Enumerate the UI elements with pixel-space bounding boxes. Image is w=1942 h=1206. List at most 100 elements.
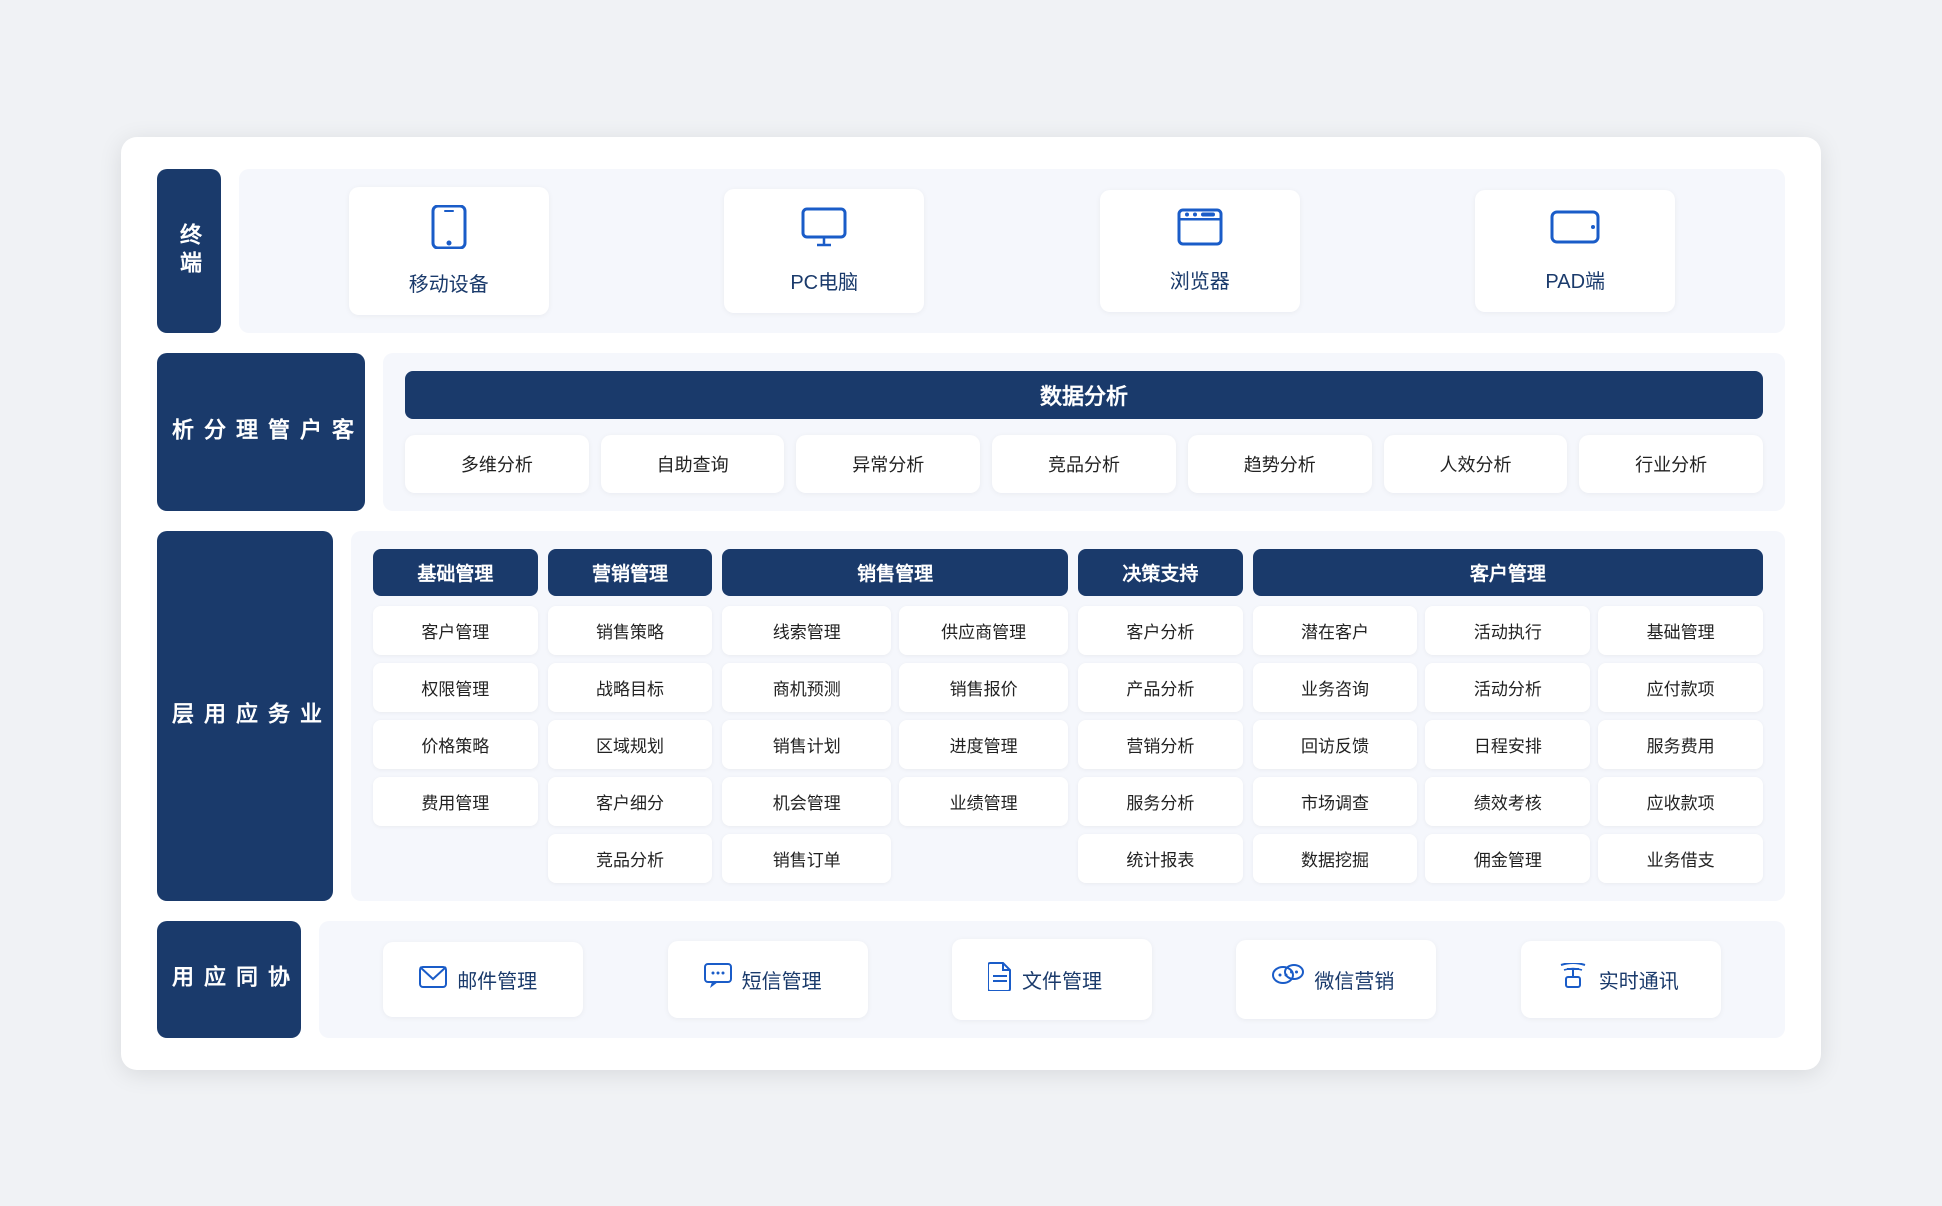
mobile-label: 移动设备: [409, 268, 489, 297]
analysis-item-1: 自助查询: [601, 435, 785, 493]
wechat-icon: [1272, 962, 1304, 997]
jichu-cells: 客户管理 权限管理 价格策略 费用管理: [373, 606, 538, 826]
sms-icon: [704, 963, 732, 996]
juece-cell-0: 客户分析: [1078, 606, 1243, 655]
collab-wechat-label: 微信营销: [1314, 965, 1394, 994]
terminal-row: 终端 移动设备: [157, 169, 1785, 333]
analysis-row: 客户管理分析 数据分析 多维分析 自助查询 异常分析 竞品分析 趋势分析 人效分…: [157, 353, 1785, 511]
xiaoshou-cell-3: 销售报价: [899, 663, 1068, 712]
kehu-cell-8: 服务费用: [1598, 720, 1763, 769]
biz-header-kehu: 客户管理: [1253, 549, 1763, 596]
kehu-grid: 潜在客户 活动执行 基础管理 业务咨询 活动分析 应付款项 回访反馈 日程安排 …: [1253, 606, 1763, 883]
terminal-label: 终端: [157, 169, 221, 333]
collab-file-label: 文件管理: [1022, 965, 1102, 994]
analysis-items: 多维分析 自助查询 异常分析 竞品分析 趋势分析 人效分析 行业分析: [405, 435, 1763, 493]
kehu-cell-1: 活动执行: [1425, 606, 1590, 655]
browser-label: 浏览器: [1170, 265, 1230, 294]
browser-icon: [1177, 208, 1223, 255]
collab-item-wechat: 微信营销: [1236, 940, 1436, 1019]
jichu-cell-3: 费用管理: [373, 777, 538, 826]
juece-cell-4: 统计报表: [1078, 834, 1243, 883]
kehu-cell-14: 业务借支: [1598, 834, 1763, 883]
mobile-icon: [431, 205, 467, 258]
biz-header-xiaoshou: 销售管理: [722, 549, 1068, 596]
business-label-text: 业务应用层: [165, 702, 325, 730]
terminal-content: 移动设备 PC电脑: [239, 169, 1785, 333]
yingxiao-cell-0: 销售策略: [548, 606, 713, 655]
pad-label: PAD端: [1545, 265, 1605, 294]
xiaoshou-cells: 线索管理 供应商管理 商机预测 销售报价 销售计划 进度管理 机会管理 业绩管理…: [722, 606, 1068, 883]
pc-icon: [801, 207, 847, 256]
realtime-icon: [1557, 963, 1589, 996]
collab-sms-label: 短信管理: [742, 965, 822, 994]
analysis-item-0: 多维分析: [405, 435, 589, 493]
jichu-cell-1: 权限管理: [373, 663, 538, 712]
biz-header-yingxiao: 营销管理: [548, 549, 713, 596]
yingxiao-cells: 销售策略 战略目标 区域规划 客户细分 竞品分析: [548, 606, 713, 883]
collab-item-sms: 短信管理: [668, 941, 868, 1018]
xiaoshou-cell-6: 机会管理: [722, 777, 891, 826]
terminal-item-pad: PAD端: [1475, 190, 1675, 312]
collab-label-text: 协同应用: [165, 965, 293, 993]
terminal-item-mobile: 移动设备: [349, 187, 549, 315]
business-content: 基础管理 营销管理 销售管理 决策支持 客户管理 客户管理 权限管理 价格策略 …: [351, 531, 1785, 901]
kehu-cell-9: 市场调查: [1253, 777, 1418, 826]
xiaoshou-cell-0: 线索管理: [722, 606, 891, 655]
kehu-cell-12: 数据挖掘: [1253, 834, 1418, 883]
juece-cells: 客户分析 产品分析 营销分析 服务分析 统计报表: [1078, 606, 1243, 883]
biz-header-juece: 决策支持: [1078, 549, 1243, 596]
main-container: 终端 移动设备: [121, 137, 1821, 1070]
xiaoshou-cell-4: 销售计划: [722, 720, 891, 769]
kehu-cell-2: 基础管理: [1598, 606, 1763, 655]
xiaoshou-cell-5: 进度管理: [899, 720, 1068, 769]
terminal-item-browser: 浏览器: [1100, 190, 1300, 312]
kehu-cell-0: 潜在客户: [1253, 606, 1418, 655]
xiaoshou-cell-1: 供应商管理: [899, 606, 1068, 655]
yingxiao-cell-3: 客户细分: [548, 777, 713, 826]
business-headers: 基础管理 营销管理 销售管理 决策支持 客户管理: [373, 549, 1763, 596]
collab-row: 协同应用 邮件管理: [157, 921, 1785, 1038]
yingxiao-cell-4: 竞品分析: [548, 834, 713, 883]
juece-cell-2: 营销分析: [1078, 720, 1243, 769]
pad-icon: [1550, 208, 1600, 255]
analysis-content: 数据分析 多维分析 自助查询 异常分析 竞品分析 趋势分析 人效分析 行业分析: [383, 353, 1785, 511]
analysis-label: 客户管理分析: [157, 353, 365, 511]
kehu-cell-3: 业务咨询: [1253, 663, 1418, 712]
collab-content: 邮件管理 短信管理: [319, 921, 1785, 1038]
analysis-item-6: 行业分析: [1579, 435, 1763, 493]
kehu-cell-10: 绩效考核: [1425, 777, 1590, 826]
jichu-cell-0: 客户管理: [373, 606, 538, 655]
terminal-item-pc: PC电脑: [724, 189, 924, 313]
kehu-cells: 潜在客户 活动执行 基础管理 业务咨询 活动分析 应付款项 回访反馈 日程安排 …: [1253, 606, 1763, 883]
analysis-item-2: 异常分析: [796, 435, 980, 493]
business-row: 业务应用层 基础管理 营销管理 销售管理 决策支持 客户管理 客户管理 权限管理…: [157, 531, 1785, 901]
yingxiao-cell-2: 区域规划: [548, 720, 713, 769]
juece-cell-1: 产品分析: [1078, 663, 1243, 712]
kehu-cell-5: 应付款项: [1598, 663, 1763, 712]
biz-header-jichu: 基础管理: [373, 549, 538, 596]
collab-item-realtime: 实时通讯: [1521, 941, 1721, 1018]
file-icon: [988, 961, 1012, 998]
collab-email-label: 邮件管理: [457, 965, 537, 994]
analysis-label-text: 客户管理分析: [165, 418, 357, 446]
kehu-cell-7: 日程安排: [1425, 720, 1590, 769]
collab-item-file: 文件管理: [952, 939, 1152, 1020]
pc-label: PC电脑: [790, 266, 858, 295]
business-body: 客户管理 权限管理 价格策略 费用管理 销售策略 战略目标 区域规划 客户细分 …: [373, 606, 1763, 883]
kehu-cell-4: 活动分析: [1425, 663, 1590, 712]
xiaoshou-grid: 线索管理 供应商管理 商机预测 销售报价 销售计划 进度管理 机会管理 业绩管理…: [722, 606, 1068, 883]
analysis-item-3: 竞品分析: [992, 435, 1176, 493]
kehu-cell-13: 佣金管理: [1425, 834, 1590, 883]
analysis-item-4: 趋势分析: [1188, 435, 1372, 493]
collab-label: 协同应用: [157, 921, 301, 1038]
juece-cell-3: 服务分析: [1078, 777, 1243, 826]
xiaoshou-cell-8: 销售订单: [722, 834, 891, 883]
yingxiao-cell-1: 战略目标: [548, 663, 713, 712]
email-icon: [419, 964, 447, 995]
jichu-cell-2: 价格策略: [373, 720, 538, 769]
analysis-item-5: 人效分析: [1384, 435, 1568, 493]
business-label: 业务应用层: [157, 531, 333, 901]
kehu-cell-6: 回访反馈: [1253, 720, 1418, 769]
xiaoshou-cell-empty: [899, 834, 1068, 883]
kehu-cell-11: 应收款项: [1598, 777, 1763, 826]
